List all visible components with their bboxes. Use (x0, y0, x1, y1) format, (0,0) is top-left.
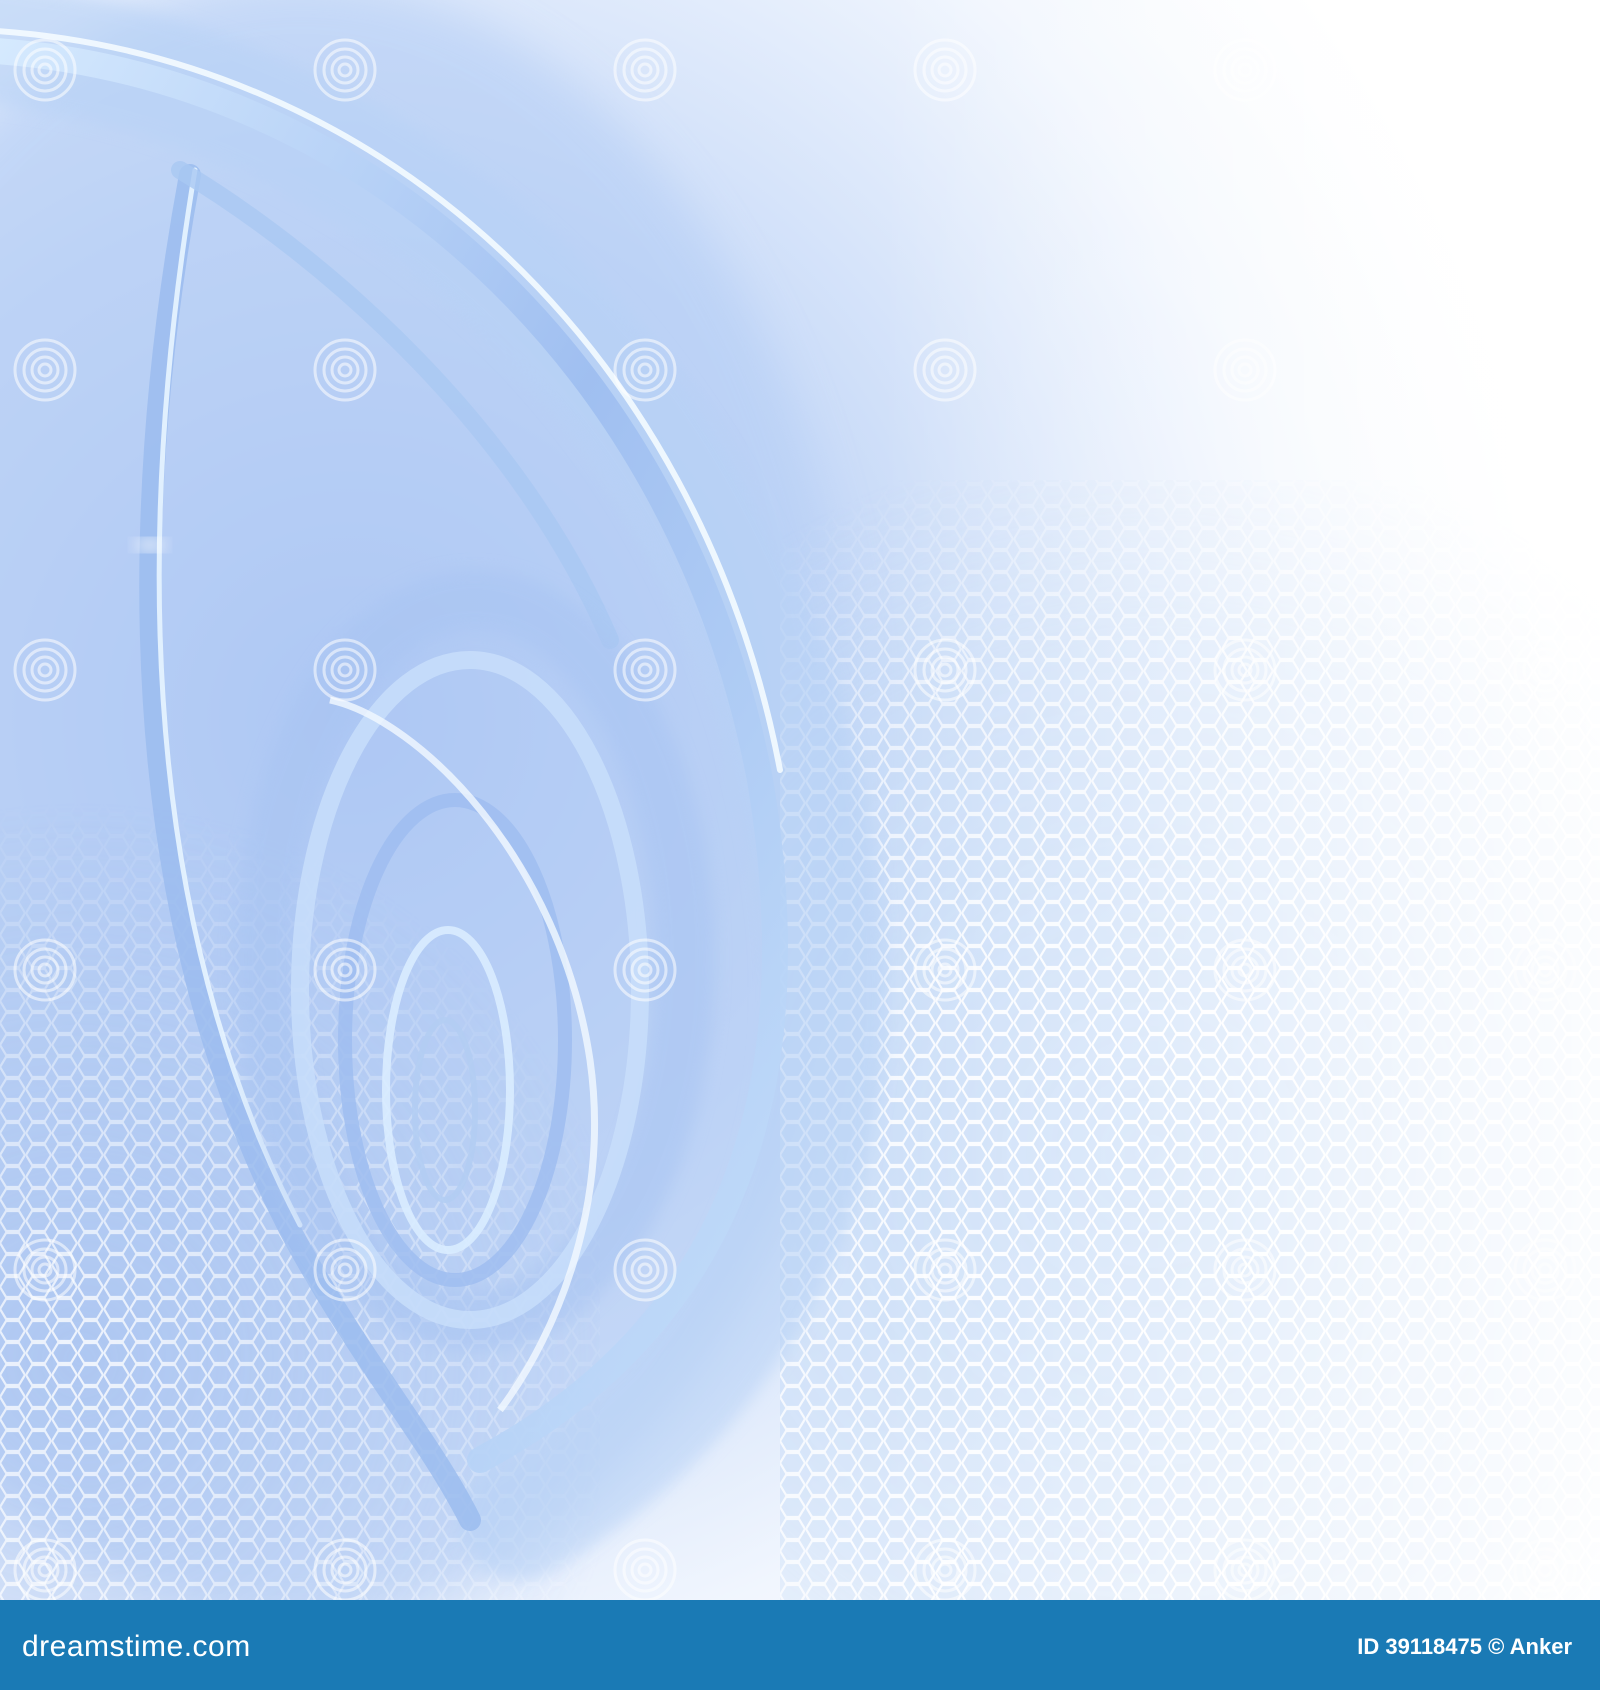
footer-bar: dreamstime.com ID 39118475 © Anker (0, 1600, 1600, 1690)
stock-image: dreamstime.com ID 39118475 © Anker (0, 0, 1600, 1690)
abstract-swirl-artwork (0, 0, 1600, 1600)
id-value: 39118475 (1385, 1634, 1482, 1659)
id-label: ID (1357, 1634, 1380, 1659)
author-name: Anker (1509, 1634, 1572, 1659)
footer-credit: ID 39118475 © Anker (1357, 1634, 1572, 1660)
copyright-symbol: © (1488, 1634, 1505, 1659)
right-fade (0, 0, 1600, 1600)
footer-brand-logo: dreamstime.com (22, 1630, 251, 1663)
